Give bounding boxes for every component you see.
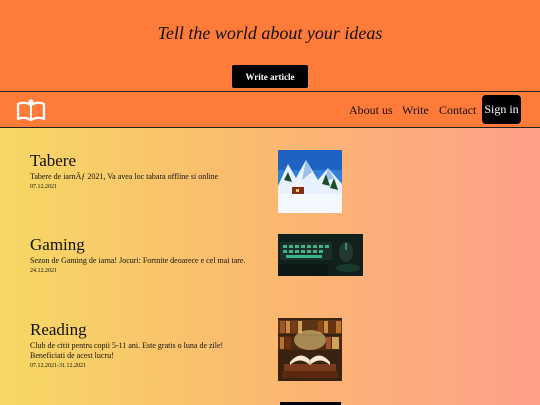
article-card: Gaming Sezon de Gaming de iarna! Jocuri:… — [30, 235, 260, 274]
navbar: About us Write Contact Sign in — [0, 91, 540, 128]
article-card: Reading Club de citit pentru copii 5-11 … — [30, 320, 260, 369]
article-title[interactable]: Tabere — [30, 151, 260, 170]
nav-link-about-us[interactable]: About us — [349, 103, 393, 118]
open-book-icon[interactable] — [16, 98, 46, 122]
article-date: 07.12.2021-31.12.2021 — [30, 363, 86, 369]
article-description: Sezon de Gaming de iarna! Jocuri: Fortni… — [30, 256, 246, 265]
snowy-mountain-cabin-image[interactable] — [278, 150, 342, 213]
write-article-button[interactable]: Write article — [232, 65, 308, 88]
article-description: Club de citit pentru copii 5-11 ani. Est… — [30, 341, 224, 360]
nav-link-write[interactable]: Write — [402, 103, 429, 118]
nav-link-contact[interactable]: Contact — [439, 103, 476, 118]
article-title[interactable]: Gaming — [30, 235, 260, 254]
sign-in-button[interactable]: Sign in — [482, 95, 521, 124]
gaming-keyboard-mouse-image[interactable] — [278, 234, 363, 276]
open-books-library-image[interactable] — [278, 318, 342, 381]
hero-title: Tell the world about your ideas — [157, 23, 383, 43]
hero-section: Tell the world about your ideas Write ar… — [0, 0, 540, 91]
article-description: Tabere de iarnÄƒ 2021, Va avea loc tabar… — [30, 172, 219, 181]
article-date: 24.12.2021 — [30, 268, 57, 274]
article-date: 07.12.2021 — [30, 184, 57, 190]
article-card: Tabere Tabere de iarnÄƒ 2021, Va avea lo… — [30, 151, 260, 190]
article-title[interactable]: Reading — [30, 320, 260, 339]
